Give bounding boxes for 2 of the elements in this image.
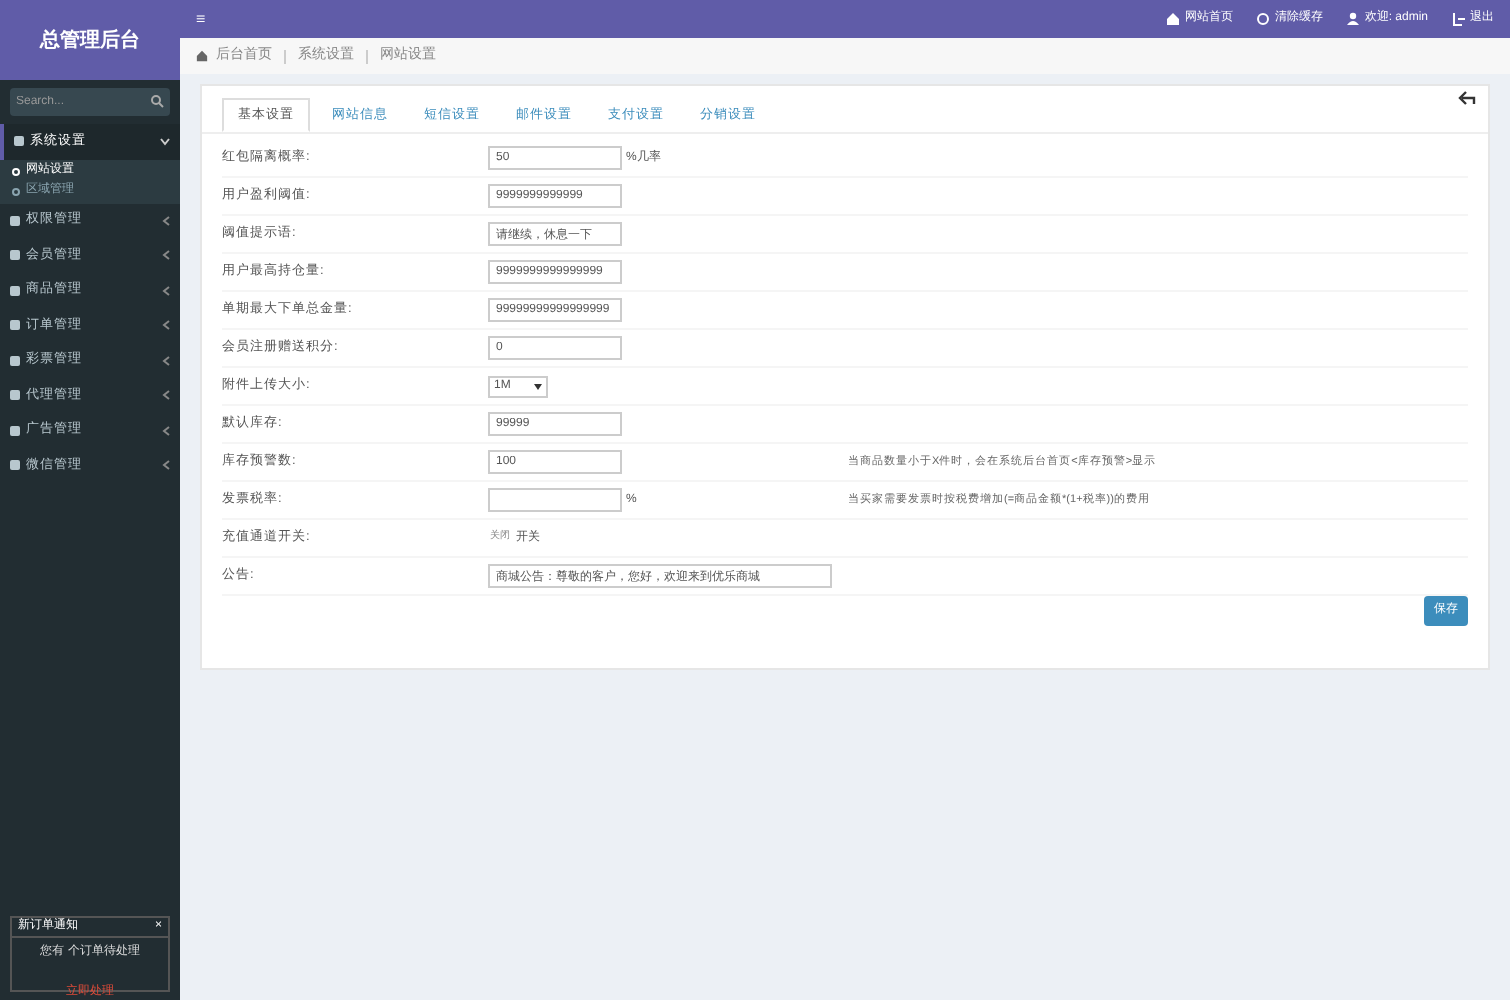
menu-icon[interactable]: ≡ [196, 7, 206, 31]
brand-title: 总管理后台 [0, 0, 180, 80]
